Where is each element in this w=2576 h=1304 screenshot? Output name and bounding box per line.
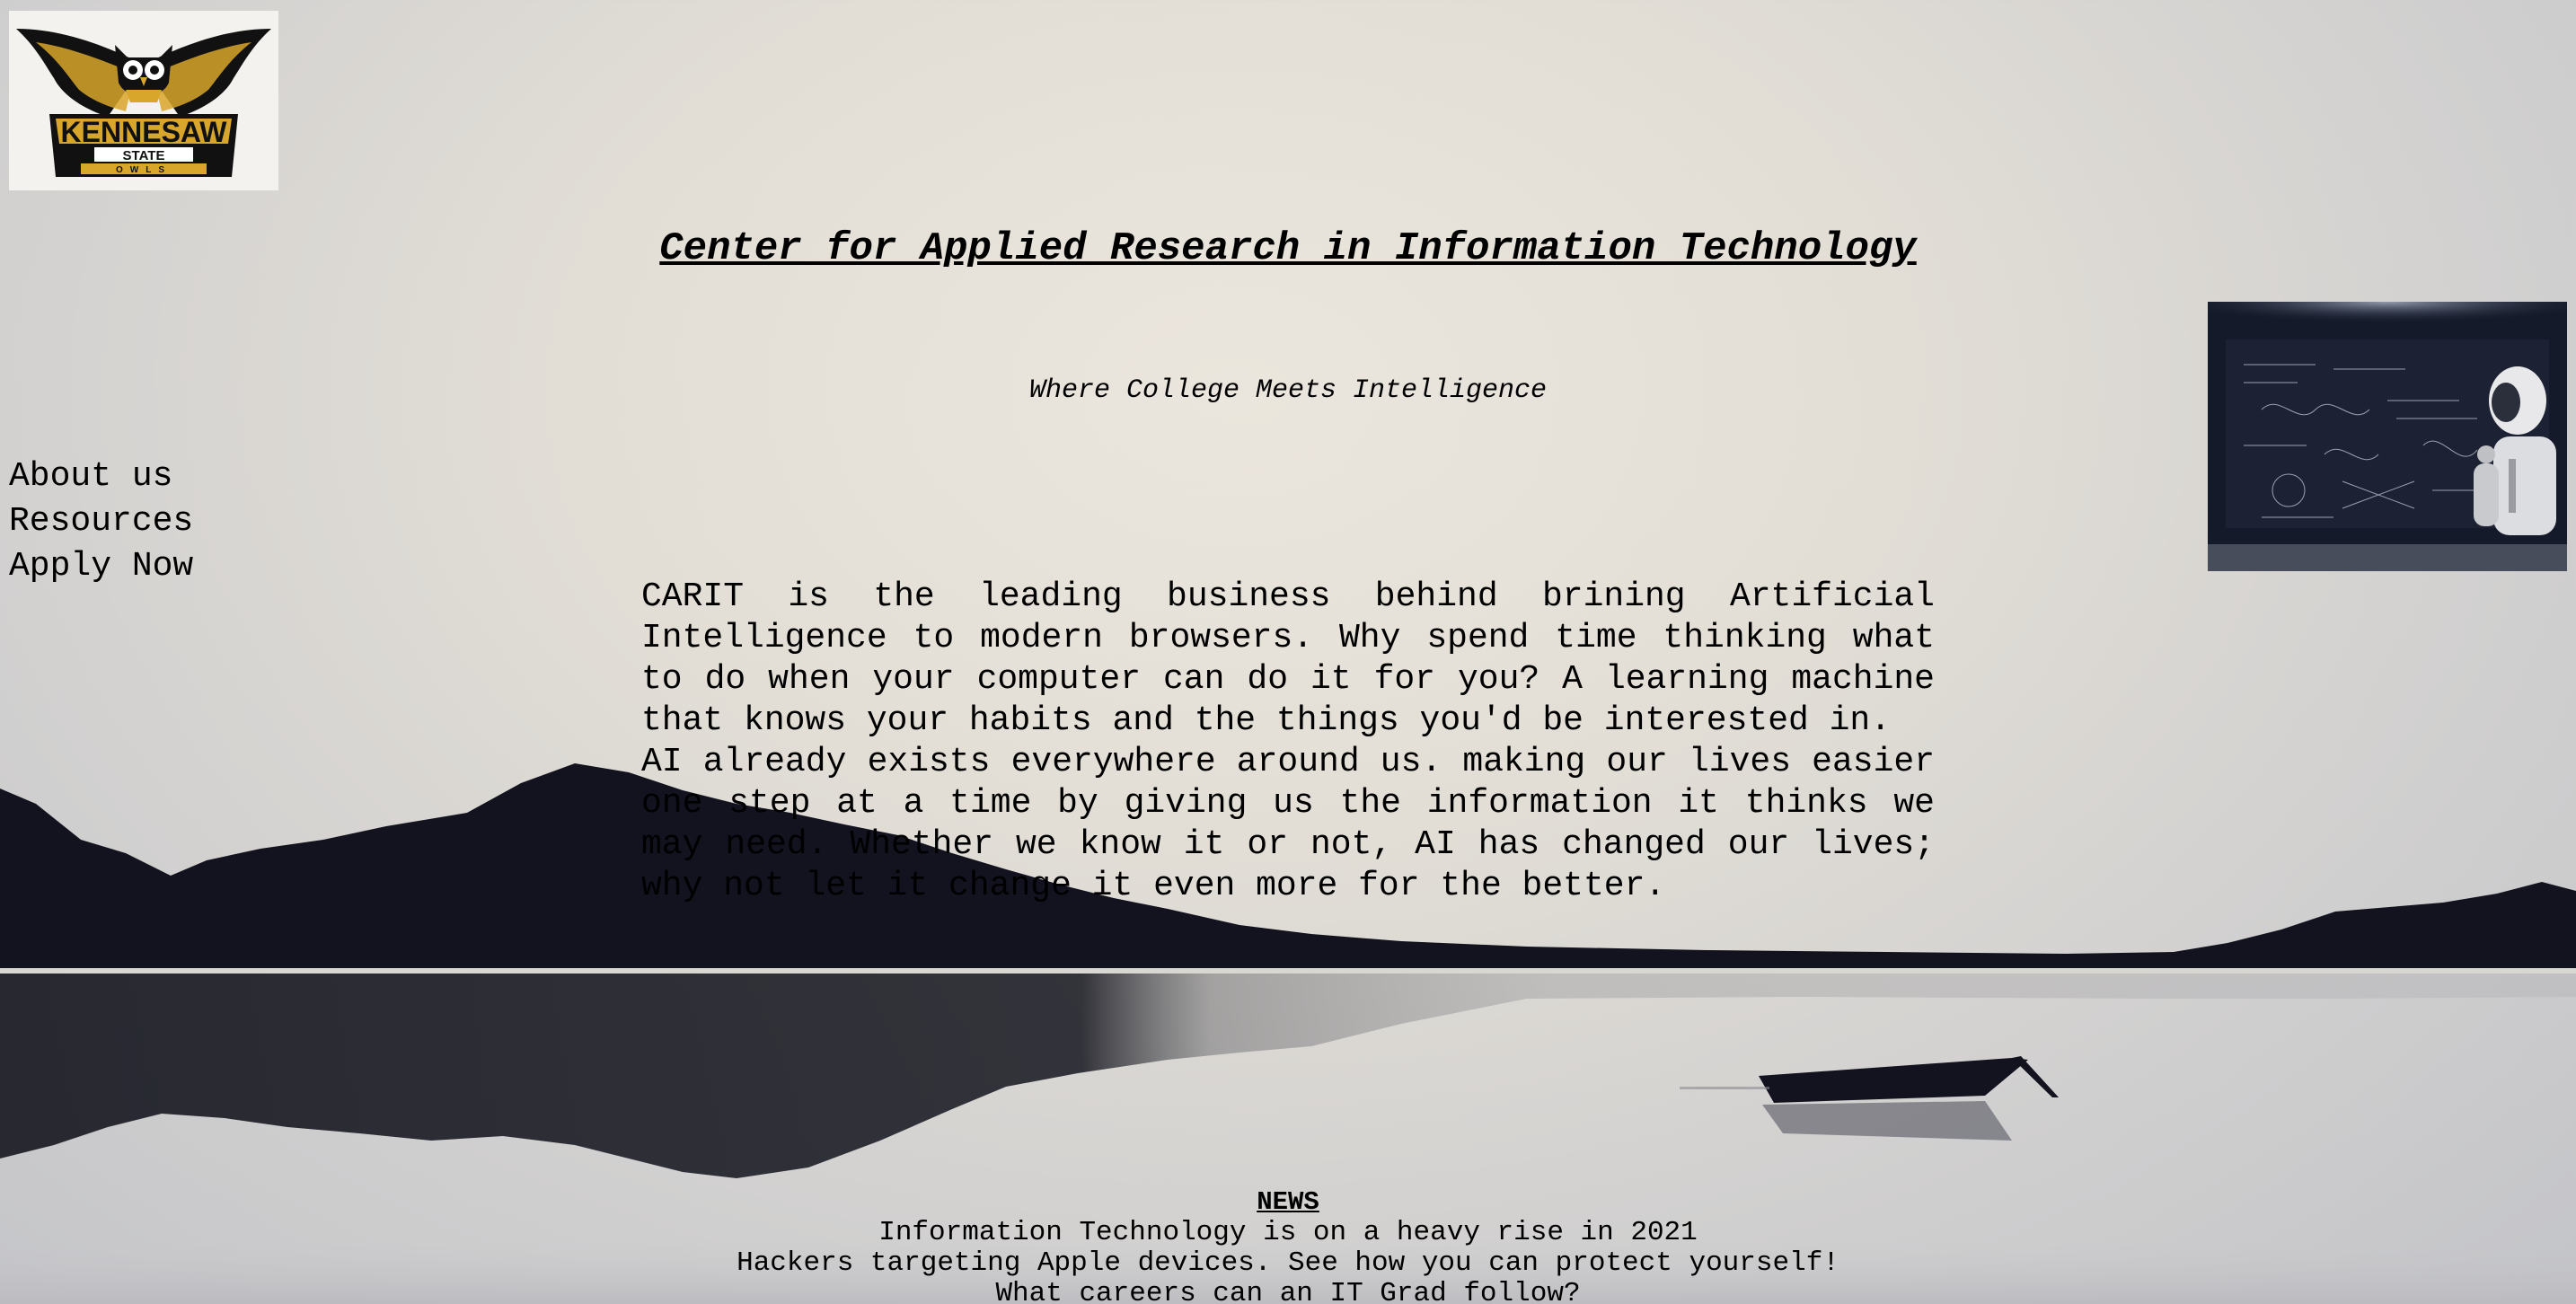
owl-logo-icon: KENNESAW STATE OWLS [16, 29, 271, 177]
logo-text-owls: OWLS [116, 165, 172, 175]
nav-link-about-us[interactable]: About us [9, 454, 193, 499]
side-navigation: About us Resources Apply Now [9, 454, 193, 589]
boat-silhouette [1759, 1058, 2028, 1103]
kennesaw-state-logo: KENNESAW STATE OWLS [9, 11, 278, 190]
news-section: NEWS Information Technology is on a heav… [0, 1187, 2576, 1304]
page-tagline: Where College Meets Intelligence [1028, 375, 1548, 406]
logo-text-kennesaw: KENNESAW [61, 116, 228, 148]
page-title: Center for Applied Research in Informati… [659, 226, 1917, 271]
logo-text-state: STATE [123, 148, 165, 163]
news-heading: NEWS [1257, 1187, 1319, 1217]
mountain-reflection [0, 974, 2576, 1178]
nav-link-apply-now[interactable]: Apply Now [9, 544, 193, 589]
intro-paragraph: CARIT is the leading business behind bri… [641, 577, 1935, 740]
news-item[interactable]: Information Technology is on a heavy ris… [0, 1218, 2576, 1248]
ai-paragraph: AI already exists everywhere around us. … [641, 743, 1935, 905]
news-item[interactable]: What careers can an IT Grad follow? [0, 1279, 2576, 1304]
main-content: CARIT is the leading business behind bri… [641, 577, 1935, 907]
robot-chalkboard-image [2208, 302, 2567, 571]
nav-link-resources[interactable]: Resources [9, 499, 193, 544]
news-item[interactable]: Hackers targeting Apple devices. See how… [0, 1248, 2576, 1279]
